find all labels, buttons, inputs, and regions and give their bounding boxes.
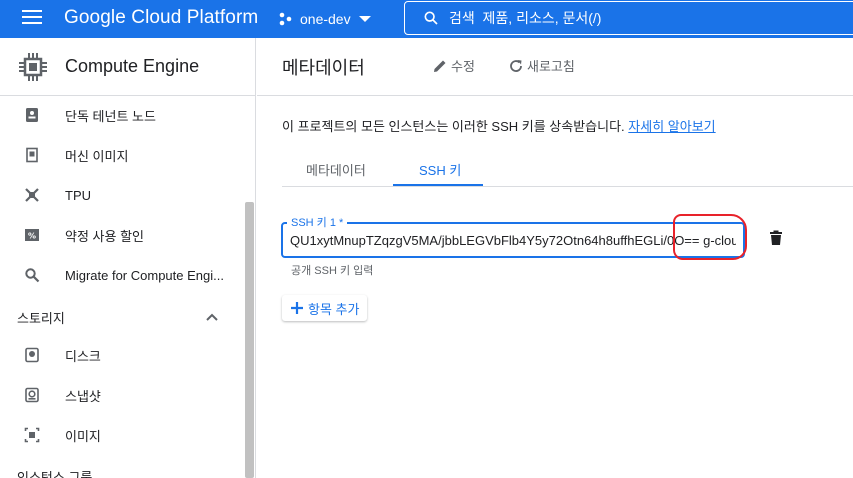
add-item-label: 항목 추가 [308, 301, 360, 317]
refresh-label: 새로고침 [527, 59, 575, 74]
commitment-discount-icon: % [25, 229, 39, 241]
refresh-icon [510, 59, 522, 72]
sidebar-item-label: 이미지 [65, 428, 101, 444]
machine-image-icon [26, 147, 38, 163]
search-icon [25, 268, 40, 283]
chevron-down-icon [358, 16, 371, 22]
header-divider [257, 95, 853, 96]
sidebar: Compute Engine 단독 테넌트 노드 머신 이미지 TPU % 약정… [0, 38, 256, 478]
chevron-up-icon [206, 313, 218, 321]
ssh-key-field[interactable]: QU1xytMnupTZqzgV5MA/jbbLEGVbFlb4Y5y72Otn… [281, 222, 745, 258]
sidebar-title: Compute Engine [65, 56, 200, 76]
menu-icon[interactable] [22, 10, 42, 26]
sidebar-item-tpu[interactable]: TPU [0, 175, 245, 215]
description-text: 이 프로젝트의 모든 인스턴스는 이러한 SSH 키를 상속받습니다. [282, 119, 625, 134]
search-placeholder: 검색 제품, 리소스, 문서(/) [449, 10, 602, 26]
project-selector[interactable]: one-dev [278, 9, 371, 29]
sidebar-header: Compute Engine [0, 38, 255, 96]
top-app-bar: Google Cloud Platform one-dev 검색 제품, 리소스… [0, 0, 853, 38]
sidebar-item-sole-tenant-nodes[interactable]: 단독 테넌트 노드 [0, 95, 245, 135]
page-title: 메타데이터 [282, 58, 365, 78]
tab-ssh-keys[interactable]: SSH 키 [419, 160, 461, 179]
delete-icon[interactable] [769, 230, 783, 246]
tabs-divider [282, 186, 853, 187]
sidebar-item-snapshots[interactable]: 스냅샷 [0, 375, 245, 415]
tpu-icon [25, 188, 39, 202]
image-icon [24, 427, 40, 443]
search-icon [424, 11, 438, 25]
edit-label: 수정 [451, 59, 475, 74]
sidebar-item-label: 디스크 [65, 348, 101, 364]
section-label: 스토리지 [17, 310, 65, 326]
refresh-button[interactable]: 새로고침 [508, 56, 575, 75]
ssh-key-field-label: SSH 키 1 * [287, 214, 348, 230]
project-icon [279, 12, 292, 26]
tab-metadata[interactable]: 메타데이터 [306, 160, 366, 179]
sidebar-item-migrate[interactable]: Migrate for Compute Engi... [0, 255, 245, 295]
project-name: one-dev [300, 11, 351, 27]
sidebar-item-label: 머신 이미지 [65, 148, 129, 164]
sidebar-item-label: Migrate for Compute Engi... [65, 267, 224, 283]
ssh-key-helper-text: 공개 SSH 키 입력 [291, 265, 374, 277]
active-tab-indicator [393, 184, 483, 186]
snapshot-icon [25, 387, 39, 403]
disk-icon [25, 347, 39, 363]
sidebar-item-disks[interactable]: 디스크 [0, 335, 245, 375]
learn-more-link[interactable]: 자세히 알아보기 [628, 119, 715, 134]
search-input[interactable]: 검색 제품, 리소스, 문서(/) [404, 1, 853, 35]
brand-title[interactable]: Google Cloud Platform [64, 7, 258, 29]
sidebar-section-instance-groups[interactable]: 인스턴스 그룹 [0, 456, 245, 478]
add-item-button[interactable]: 항목 추가 [282, 295, 368, 321]
sidebar-section-storage[interactable]: 스토리지 [0, 297, 245, 337]
svg-text:%: % [28, 232, 36, 241]
description: 이 프로젝트의 모든 인스턴스는 이러한 SSH 키를 상속받습니다. 자세히 … [282, 116, 716, 135]
sidebar-item-label: TPU [65, 187, 91, 203]
sidebar-scrollbar[interactable] [245, 202, 254, 478]
ssh-key-value: QU1xytMnupTZqzgV5MA/jbbLEGVbFlb4Y5y72Otn… [290, 233, 736, 248]
sidebar-item-label: 약정 사용 할인 [65, 228, 144, 244]
pencil-icon [434, 60, 446, 72]
sole-tenant-node-icon [26, 108, 38, 122]
plus-icon [291, 302, 303, 314]
sidebar-item-machine-images[interactable]: 머신 이미지 [0, 135, 245, 175]
edit-button[interactable]: 수정 [432, 56, 475, 75]
sidebar-item-label: 스냅샷 [65, 388, 101, 404]
sidebar-item-commitments[interactable]: % 약정 사용 할인 [0, 215, 245, 255]
compute-engine-icon [19, 52, 47, 81]
sidebar-item-images[interactable]: 이미지 [0, 415, 245, 455]
main-content: 메타데이터 수정 새로고침 이 프로젝트의 모든 인스턴스는 이러한 SSH 키… [257, 38, 853, 478]
section-label: 인스턴스 그룹 [17, 469, 93, 478]
sidebar-item-label: 단독 테넌트 노드 [65, 108, 156, 124]
